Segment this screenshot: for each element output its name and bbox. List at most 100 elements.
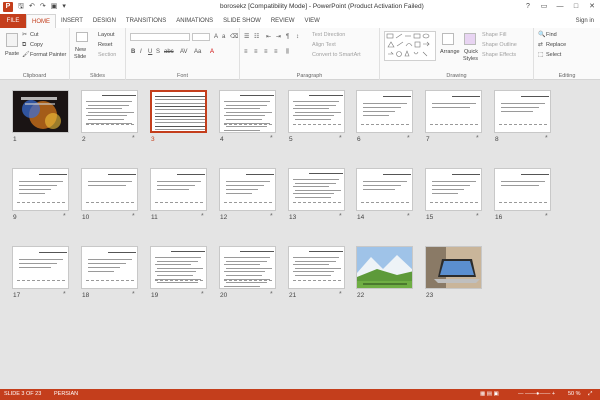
ribbon-display-icon[interactable]: ▭: [536, 0, 552, 14]
animation-indicator-icon[interactable]: *: [339, 213, 342, 220]
find-button[interactable]: Find: [546, 31, 557, 39]
convert-smartart-button[interactable]: Convert to SmartArt: [312, 51, 361, 59]
paste-button[interactable]: Paste: [5, 50, 19, 58]
tab-insert[interactable]: INSERT: [56, 14, 88, 28]
undo-icon[interactable]: ↶: [29, 0, 35, 14]
slide-thumbnail-9[interactable]: [12, 168, 69, 211]
animation-indicator-icon[interactable]: *: [201, 213, 204, 220]
slide-thumbnail-2[interactable]: [81, 90, 138, 133]
tab-review[interactable]: REVIEW: [266, 14, 300, 28]
shape-fill-button[interactable]: Shape Fill: [482, 31, 506, 39]
slide-thumbnail-4[interactable]: [219, 90, 276, 133]
increase-indent-icon[interactable]: ⇥: [276, 33, 281, 41]
arrange-button[interactable]: Arrange: [440, 48, 460, 56]
animation-indicator-icon[interactable]: *: [476, 135, 479, 142]
font-name-field[interactable]: [130, 33, 190, 41]
replace-button[interactable]: Replace: [546, 41, 566, 49]
slide-thumbnail-10[interactable]: [81, 168, 138, 211]
new-slide-icon[interactable]: [76, 32, 88, 42]
align-center-icon[interactable]: ≡: [254, 48, 258, 56]
columns-icon[interactable]: ⫼: [286, 48, 289, 56]
numbering-icon[interactable]: ☷: [254, 33, 259, 41]
animation-indicator-icon[interactable]: *: [407, 135, 410, 142]
slide-thumbnail-16[interactable]: [494, 168, 551, 211]
slide-thumbnail-23[interactable]: [425, 246, 482, 289]
quick-styles-button-line2[interactable]: Styles: [463, 55, 478, 63]
save-icon[interactable]: 🖫: [18, 0, 24, 14]
slide-thumbnail-22[interactable]: [356, 246, 413, 289]
shape-outline-button[interactable]: Shape Outline: [482, 41, 517, 49]
slide-thumbnail-20[interactable]: [219, 246, 276, 289]
tab-animations[interactable]: ANIMATIONS: [171, 14, 218, 28]
increase-font-icon[interactable]: A: [214, 33, 218, 41]
char-spacing-icon[interactable]: AV: [180, 48, 188, 56]
slide-thumbnail-17[interactable]: [12, 246, 69, 289]
help-icon[interactable]: ?: [520, 0, 536, 14]
slide-thumbnail-21[interactable]: [288, 246, 345, 289]
animation-indicator-icon[interactable]: *: [339, 135, 342, 142]
animation-indicator-icon[interactable]: *: [545, 135, 548, 142]
start-presentation-icon[interactable]: ▣: [51, 0, 58, 14]
layout-button[interactable]: Layout: [98, 31, 115, 39]
justify-icon[interactable]: ≡: [274, 48, 278, 56]
decrease-indent-icon[interactable]: ⇤: [266, 33, 271, 41]
change-case-icon[interactable]: Aa: [194, 48, 201, 56]
new-slide-button-line2[interactable]: Slide: [74, 53, 86, 61]
close-icon[interactable]: ✕: [584, 0, 600, 14]
animation-indicator-icon[interactable]: *: [407, 213, 410, 220]
quick-styles-icon[interactable]: [464, 33, 476, 45]
slide-thumbnail-8[interactable]: [494, 90, 551, 133]
rtl-icon[interactable]: ¶: [286, 33, 289, 41]
animation-indicator-icon[interactable]: *: [132, 135, 135, 142]
language-indicator[interactable]: PERSIAN: [54, 389, 78, 400]
shape-effects-button[interactable]: Shape Effects: [482, 51, 516, 59]
tab-home[interactable]: HOME: [26, 14, 56, 28]
decrease-font-icon[interactable]: a: [222, 33, 225, 41]
reset-button[interactable]: Reset: [98, 41, 112, 49]
strikethrough-icon[interactable]: abc: [164, 48, 174, 56]
slide-thumbnail-5[interactable]: [288, 90, 345, 133]
slide-thumbnail-15[interactable]: [425, 168, 482, 211]
zoom-slider[interactable]: — ——●—— +: [518, 389, 555, 400]
underline-icon[interactable]: U: [148, 48, 152, 56]
tab-transitions[interactable]: TRANSITIONS: [121, 14, 171, 28]
slide-thumbnail-14[interactable]: [356, 168, 413, 211]
shapes-gallery[interactable]: [384, 31, 436, 61]
align-right-icon[interactable]: ≡: [264, 48, 268, 56]
animation-indicator-icon[interactable]: *: [270, 135, 273, 142]
tab-slide-show[interactable]: SLIDE SHOW: [218, 14, 266, 28]
slide-thumbnail-11[interactable]: [150, 168, 207, 211]
slide-thumbnail-6[interactable]: [356, 90, 413, 133]
animation-indicator-icon[interactable]: *: [63, 291, 66, 298]
customize-qat-icon[interactable]: ▾: [62, 0, 66, 14]
cut-button[interactable]: Cut: [30, 31, 39, 39]
animation-indicator-icon[interactable]: *: [63, 213, 66, 220]
animation-indicator-icon[interactable]: *: [339, 291, 342, 298]
arrange-icon[interactable]: [442, 33, 454, 45]
animation-indicator-icon[interactable]: *: [545, 213, 548, 220]
fit-slide-icon[interactable]: ⤢: [588, 389, 592, 400]
align-text-button[interactable]: Align Text: [312, 41, 336, 49]
slide-thumbnail-1[interactable]: [12, 90, 69, 133]
animation-indicator-icon[interactable]: *: [476, 213, 479, 220]
animation-indicator-icon[interactable]: *: [270, 291, 273, 298]
animation-indicator-icon[interactable]: *: [201, 291, 204, 298]
font-size-field[interactable]: [192, 33, 210, 41]
clear-format-icon[interactable]: ⌫: [230, 33, 238, 41]
maximize-icon[interactable]: □: [568, 0, 584, 14]
tab-view[interactable]: VIEW: [300, 14, 325, 28]
copy-button[interactable]: Copy: [30, 41, 43, 49]
paste-icon[interactable]: [6, 33, 18, 47]
line-spacing-icon[interactable]: ↕: [296, 33, 299, 41]
animation-indicator-icon[interactable]: *: [270, 213, 273, 220]
powerpoint-app-icon[interactable]: P: [3, 2, 13, 12]
view-buttons[interactable]: ▦ ▤ ▣: [480, 389, 499, 400]
tab-file[interactable]: FILE: [0, 14, 26, 28]
text-direction-button[interactable]: Text Direction: [312, 31, 345, 39]
slide-thumbnail-3[interactable]: [150, 90, 207, 133]
minimize-icon[interactable]: —: [552, 0, 568, 14]
animation-indicator-icon[interactable]: *: [132, 213, 135, 220]
format-painter-button[interactable]: Format Painter: [30, 51, 66, 59]
redo-icon[interactable]: ↷: [40, 0, 46, 14]
animation-indicator-icon[interactable]: *: [132, 291, 135, 298]
